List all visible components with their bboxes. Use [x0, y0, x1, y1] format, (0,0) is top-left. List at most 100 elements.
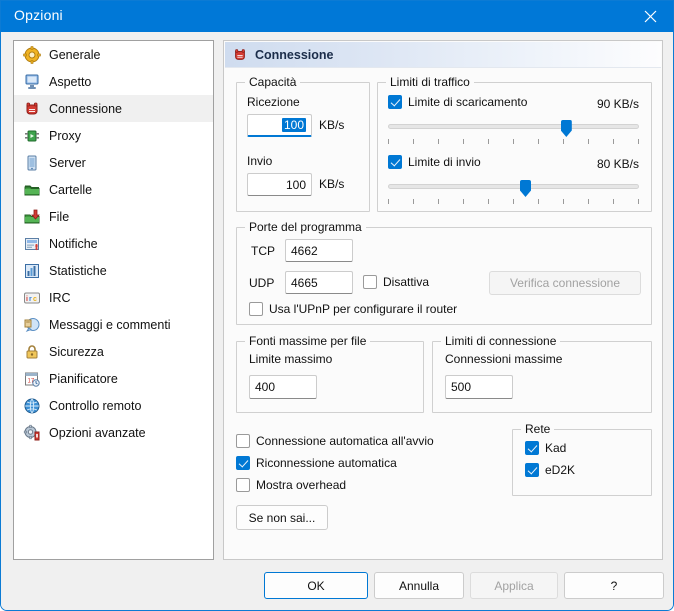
sidebar-item-messaggi-e-commenti[interactable]: Messaggi e commenti: [14, 311, 213, 338]
test-connection-label: Verifica connessione: [509, 276, 621, 290]
disable-udp-label: Disattiva: [383, 275, 430, 289]
sidebar-item-proxy[interactable]: Proxy: [14, 122, 213, 149]
tcp-port-value: 4662: [291, 243, 318, 258]
sidebar-item-opzioni-avanzate[interactable]: Opzioni avanzate: [14, 419, 213, 446]
upnp-checkbox[interactable]: Usa l'UPnP per configurare il router: [249, 302, 457, 316]
monitor-icon: [23, 73, 41, 91]
max-connections-label: Connessioni massime: [445, 352, 563, 366]
max-connections-value: 500: [451, 380, 472, 394]
emule-donkey-icon: [23, 100, 41, 118]
tcp-port-input[interactable]: 4662: [285, 239, 353, 262]
message-icon: [23, 316, 41, 334]
wizard-button[interactable]: Se non sai...: [236, 505, 328, 530]
checkbox-box: [388, 155, 402, 169]
sidebar-item-sicurezza[interactable]: Sicurezza: [14, 338, 213, 365]
sidebar-item-irc[interactable]: i r c IRC: [14, 284, 213, 311]
test-connection-button[interactable]: Verifica connessione: [489, 271, 641, 295]
proxy-plug-icon: [23, 127, 41, 145]
show-overhead-checkbox[interactable]: Mostra overhead: [236, 478, 346, 492]
sidebar-item-controllo-remoto[interactable]: Controllo remoto: [14, 392, 213, 419]
sidebar-item-pianificatore[interactable]: 17 Pianificatore: [14, 365, 213, 392]
sidebar-item-label: Generale: [49, 47, 101, 62]
program-ports-group-label: Porte del programma: [245, 220, 366, 234]
irc-icon: i r c: [23, 289, 41, 307]
kad-network-checkbox[interactable]: Kad: [525, 441, 566, 455]
max-sources-input[interactable]: 400: [249, 375, 317, 399]
max-sources-group: Fonti massime per file Limite massimo 40…: [236, 334, 424, 413]
sidebar-item-label: Server: [49, 155, 86, 170]
slider-thumb[interactable]: [560, 120, 572, 137]
settings-category-list[interactable]: Generale Aspetto Connessione Proxy Serve…: [13, 40, 214, 560]
cancel-button-label: Annulla: [398, 578, 440, 593]
tcp-port-label: TCP: [251, 244, 275, 258]
sidebar-item-label: Statistiche: [49, 263, 107, 278]
capacity-group-label: Capacità: [245, 75, 301, 89]
dialog-client-area: Generale Aspetto Connessione Proxy Serve…: [1, 32, 673, 610]
connection-settings-panel: Connessione Capacità Ricezione 100 KB/s …: [223, 40, 663, 560]
advanced-gear-icon: [23, 424, 41, 442]
slider-ticks: [388, 139, 639, 145]
sidebar-item-connessione[interactable]: Connessione: [14, 95, 213, 122]
upload-capacity-input[interactable]: 100: [247, 173, 312, 196]
upload-limit-slider[interactable]: [388, 180, 639, 206]
udp-port-label: UDP: [249, 276, 275, 290]
emule-donkey-icon: [232, 47, 248, 63]
ed2k-network-checkbox[interactable]: eD2K: [525, 463, 575, 477]
sidebar-item-notifiche[interactable]: Notifiche: [14, 230, 213, 257]
network-group: Rete Kad eD2K: [512, 422, 652, 496]
sidebar-item-aspetto[interactable]: Aspetto: [14, 68, 213, 95]
server-icon: [23, 154, 41, 172]
sidebar-item-generale[interactable]: Generale: [14, 41, 213, 68]
slider-ticks: [388, 199, 639, 205]
dialog-footer: OK Annulla Applica ?: [1, 558, 673, 610]
download-capacity-unit: KB/s: [319, 118, 345, 132]
max-sources-group-label: Fonti massime per file: [245, 334, 371, 348]
sidebar-item-statistiche[interactable]: Statistiche: [14, 257, 213, 284]
help-button[interactable]: ?: [564, 572, 664, 599]
panel-header: Connessione: [225, 42, 661, 68]
gear-icon: [23, 45, 41, 64]
cancel-button[interactable]: Annulla: [374, 572, 464, 599]
checkbox-box: [236, 478, 250, 492]
ok-button[interactable]: OK: [264, 572, 368, 599]
network-group-label: Rete: [521, 422, 555, 436]
ed2k-network-label: eD2K: [545, 463, 576, 477]
checkbox-box: [363, 275, 377, 289]
upload-limit-checkbox[interactable]: Limite di invio: [388, 155, 481, 169]
upload-capacity-label: Invio: [247, 154, 273, 168]
slider-thumb[interactable]: [520, 180, 531, 197]
sidebar-item-file[interactable]: File: [14, 203, 213, 230]
close-icon[interactable]: [627, 1, 673, 32]
max-connections-input[interactable]: 500: [445, 375, 513, 399]
sidebar-item-label: Messaggi e commenti: [49, 317, 171, 332]
sidebar-item-label: IRC: [49, 290, 71, 305]
program-ports-group: Porte del programma TCP 4662 UDP 4665 Di…: [236, 220, 652, 325]
checkbox-box: [388, 95, 402, 109]
max-sources-label: Limite massimo: [249, 352, 333, 366]
sidebar-item-server[interactable]: Server: [14, 149, 213, 176]
udp-port-input[interactable]: 4665: [285, 271, 353, 294]
connection-limits-group: Limiti di connessione Connessioni massim…: [432, 334, 652, 413]
download-limit-label: Limite di scaricamento: [408, 95, 528, 109]
window-title: Opzioni: [14, 7, 63, 23]
download-limit-slider[interactable]: [388, 120, 639, 146]
traffic-limits-group-label: Limiti di traffico: [386, 75, 474, 89]
slider-track: [388, 124, 639, 129]
sidebar-item-label: Notifiche: [49, 236, 98, 251]
connection-limits-group-label: Limiti di connessione: [441, 334, 561, 348]
download-limit-checkbox[interactable]: Limite di scaricamento: [388, 95, 527, 109]
apply-button-label: Applica: [494, 578, 534, 593]
svg-text:c: c: [33, 296, 37, 303]
wizard-button-label: Se non sai...: [248, 510, 316, 525]
autoconnect-on-startup-checkbox[interactable]: Connessione automatica all'avvio: [236, 434, 434, 448]
apply-button[interactable]: Applica: [470, 572, 558, 599]
slider-track: [388, 184, 639, 189]
checkbox-box: [525, 441, 539, 455]
download-capacity-input[interactable]: 100: [247, 114, 312, 137]
auto-reconnect-checkbox[interactable]: Riconnessione automatica: [236, 456, 397, 470]
download-capacity-label: Ricezione: [247, 95, 300, 109]
statistics-icon: [23, 262, 41, 280]
disable-udp-checkbox[interactable]: Disattiva: [363, 275, 429, 289]
sidebar-item-label: Connessione: [49, 101, 122, 116]
sidebar-item-cartelle[interactable]: Cartelle: [14, 176, 213, 203]
